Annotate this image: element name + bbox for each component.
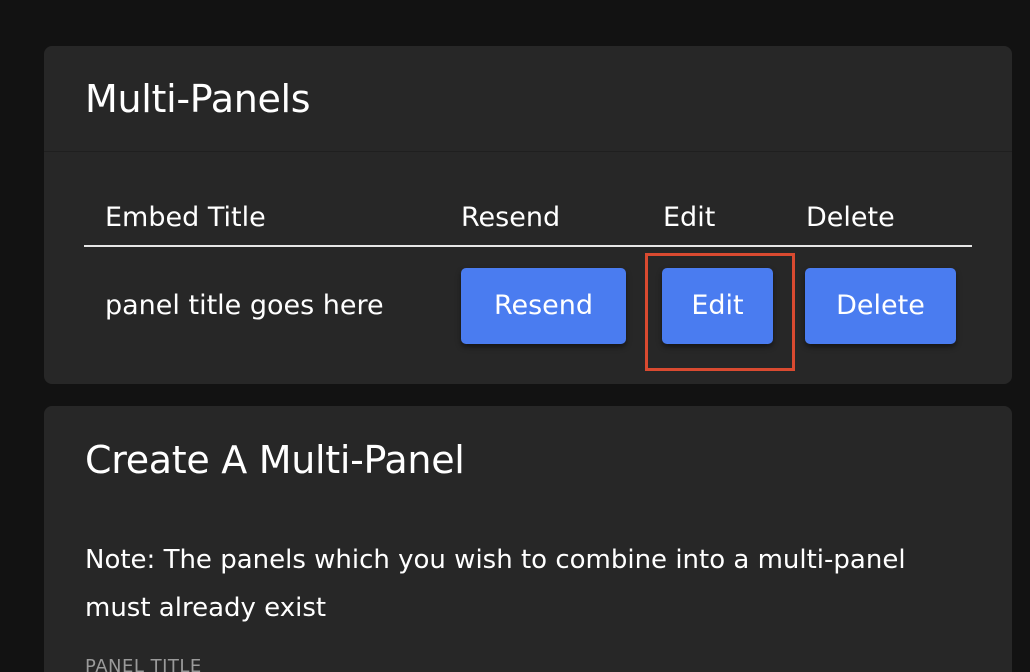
panel-title-field-label: PANEL TITLE: [85, 656, 202, 672]
column-header-resend: Resend: [461, 202, 561, 233]
column-header-delete: Delete: [806, 202, 895, 233]
create-note: Note: The panels which you wish to combi…: [85, 545, 906, 623]
multi-panels-title: Multi-Panels: [85, 77, 311, 121]
delete-button[interactable]: Delete: [805, 268, 956, 344]
resend-button[interactable]: Resend: [461, 268, 626, 344]
multi-panels-header: Multi-Panels: [44, 46, 1012, 152]
multi-panels-card: Multi-Panels Embed Title Resend Edit Del…: [44, 46, 1012, 384]
page: Multi-Panels Embed Title Resend Edit Del…: [0, 0, 1030, 672]
panel-title-cell: panel title goes here: [105, 290, 384, 321]
create-multi-panel-title: Create A Multi-Panel: [85, 438, 465, 482]
table-header-divider: [84, 245, 972, 247]
column-header-embed-title: Embed Title: [105, 202, 266, 233]
edit-button[interactable]: Edit: [662, 268, 773, 344]
column-header-edit: Edit: [663, 202, 716, 233]
create-multi-panel-card: Create A Multi-Panel Note: The panels wh…: [44, 406, 1012, 672]
